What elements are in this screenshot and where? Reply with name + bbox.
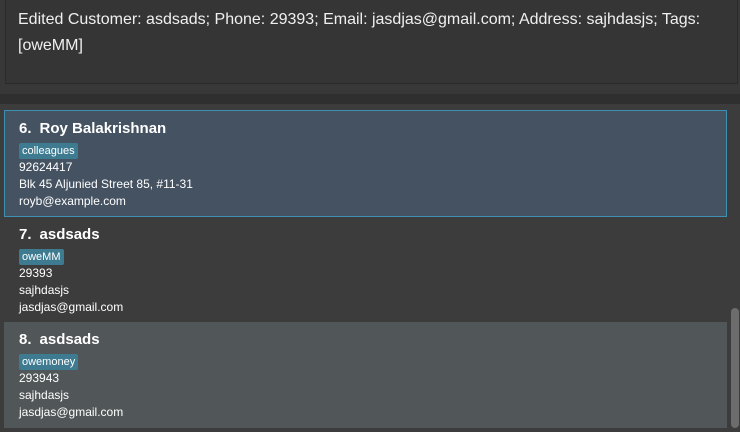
customer-email: jasdjas@gmail.com: [19, 300, 124, 314]
customer-list-scrollbar-thumb[interactable]: [731, 308, 739, 428]
customer-name: asdsads: [39, 226, 100, 243]
customer-index: 7.: [19, 226, 32, 243]
customer-card-title: 8. asdsads: [19, 328, 712, 352]
customer-address: sajhdasjs: [19, 388, 70, 402]
result-display-box[interactable]: Edited Customer: asdsads; Phone: 29393; …: [5, 0, 738, 84]
customer-tag: owemoney: [19, 354, 79, 370]
result-message: Edited Customer: asdsads; Phone: 29393; …: [18, 11, 701, 54]
customer-card-title: 6. Roy Balakrishnan: [19, 117, 711, 141]
customer-address: sajhdasjs: [19, 283, 70, 297]
customer-card-title: 7. asdsads: [19, 223, 712, 247]
customer-name: asdsads: [39, 331, 100, 348]
customer-tag: colleagues: [19, 143, 78, 159]
customer-email: royb@example.com: [19, 194, 126, 208]
result-display-panel: Edited Customer: asdsads; Phone: 29393; …: [0, 0, 740, 96]
panel-divider[interactable]: [0, 94, 740, 104]
customer-address: Blk 45 Aljunied Street 85, #11-31: [19, 177, 193, 191]
customer-card[interactable]: 6. Roy Balakrishnan colleagues 92624417 B…: [4, 110, 727, 217]
customer-phone: 29393: [19, 266, 53, 280]
customer-card[interactable]: 7. asdsads oweMM 29393 sajhdasjs jasdjas@…: [4, 217, 727, 323]
customer-card[interactable]: 8. asdsads owemoney 293943 sajhdasjs jasd…: [4, 322, 727, 428]
customer-index: 6.: [19, 120, 32, 137]
customer-name: Roy Balakrishnan: [39, 120, 167, 137]
customer-email: jasdjas@gmail.com: [19, 405, 124, 419]
customer-tag: oweMM: [19, 249, 64, 265]
customer-phone: 92624417: [19, 160, 73, 174]
customer-index: 8.: [19, 331, 32, 348]
customer-phone: 293943: [19, 371, 60, 385]
customer-list-panel: 6. Roy Balakrishnan colleagues 92624417 B…: [0, 104, 740, 432]
